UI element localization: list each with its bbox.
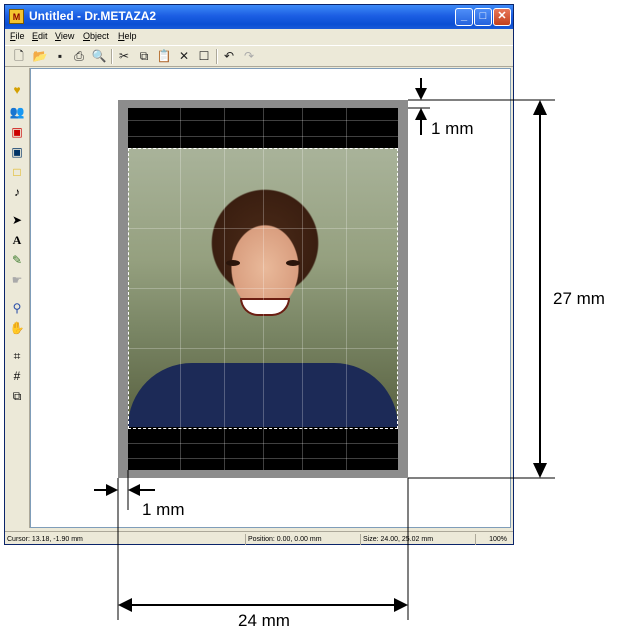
arrowhead xyxy=(106,484,118,496)
arrowhead xyxy=(394,598,408,612)
arrowhead xyxy=(533,100,547,115)
arrowhead xyxy=(118,598,132,612)
arrowhead xyxy=(128,484,140,496)
height-label: 27 mm xyxy=(553,289,605,308)
top-margin-label: 1 mm xyxy=(431,119,474,138)
arrowhead xyxy=(415,108,427,120)
left-margin-label: 1 mm xyxy=(142,500,185,519)
arrowhead xyxy=(533,463,547,478)
arrowhead xyxy=(415,88,427,100)
dimension-overlay xyxy=(94,78,555,620)
width-label: 24 mm xyxy=(238,611,290,630)
